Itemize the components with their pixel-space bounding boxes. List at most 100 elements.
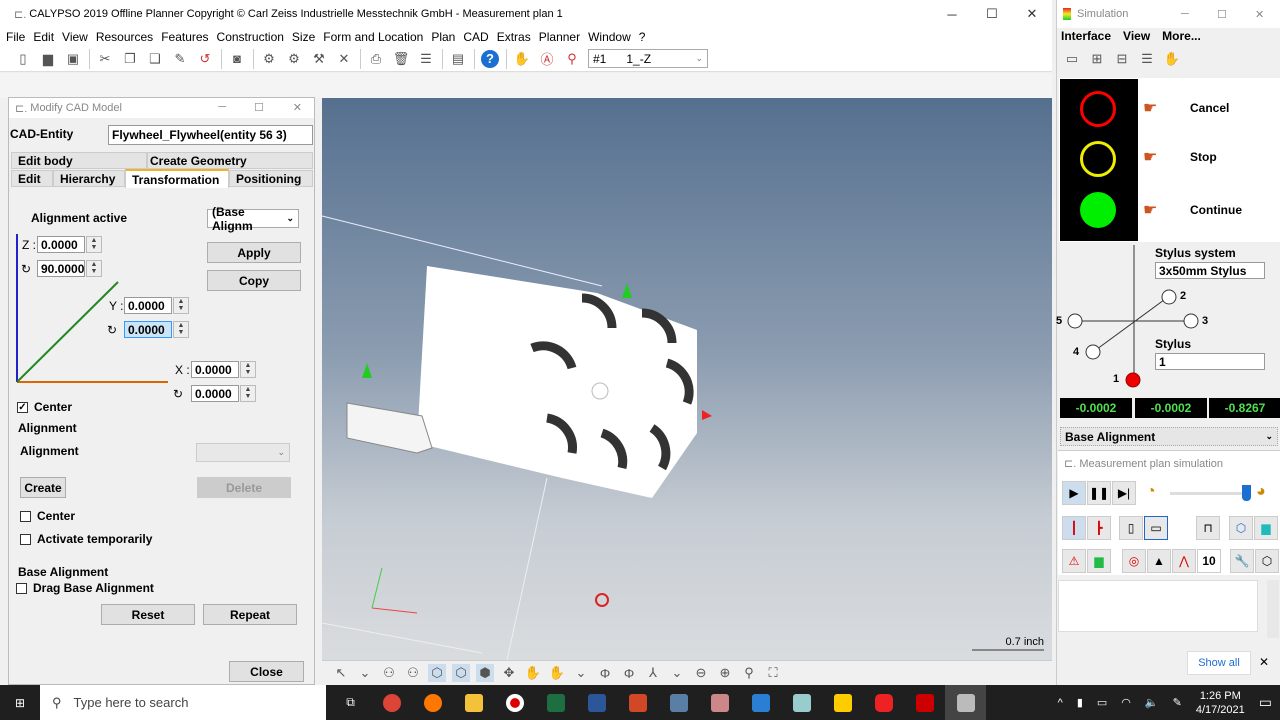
stylus-5[interactable] bbox=[1067, 313, 1083, 329]
cancel-button[interactable]: Cancel bbox=[1190, 101, 1229, 115]
y-rotation-spinner[interactable]: ▲ ▼ bbox=[173, 321, 189, 338]
tab-hierarchy[interactable]: Hierarchy bbox=[53, 170, 125, 187]
pointing-hand-icon[interactable]: ☛ bbox=[1143, 147, 1157, 167]
menu-edit[interactable]: Edit bbox=[33, 30, 54, 44]
create-button[interactable]: Create bbox=[20, 477, 66, 498]
maximize-button[interactable]: ☐ bbox=[254, 101, 264, 114]
open-icon[interactable]: ▆ bbox=[39, 50, 57, 68]
copy-icon[interactable]: ❐ bbox=[121, 50, 139, 68]
play-button[interactable]: ▶ bbox=[1062, 481, 1086, 505]
x-spinner[interactable]: ▲ ▼ bbox=[240, 361, 256, 378]
cad-viewport[interactable]: 0.7 inch bbox=[321, 98, 1052, 661]
maximize-button[interactable]: ☐ bbox=[972, 0, 1012, 28]
save-icon[interactable]: ▣ bbox=[64, 50, 82, 68]
move-icon[interactable]: ✥ bbox=[500, 664, 518, 682]
x-rotation-spinner[interactable]: ▲ ▼ bbox=[240, 385, 256, 402]
calypso-taskbar-icon[interactable] bbox=[945, 685, 986, 720]
probe2-icon[interactable]: Ⓐ bbox=[538, 50, 556, 68]
battery-icon[interactable]: ▭ bbox=[1097, 696, 1107, 709]
z-field[interactable]: 0.0000 bbox=[37, 236, 85, 253]
minimize-button[interactable]: ─ bbox=[218, 101, 226, 113]
y-field[interactable]: 0.0000 bbox=[124, 297, 172, 314]
alignment-combo[interactable]: ⌄ bbox=[196, 443, 290, 462]
stylus-1[interactable] bbox=[1125, 372, 1141, 388]
x-rotation-field[interactable]: 0.0000 bbox=[191, 385, 239, 402]
x-field[interactable]: 0.0000 bbox=[191, 361, 239, 378]
minimize-button[interactable]: ─ bbox=[1181, 8, 1189, 20]
paste-icon[interactable]: ❑ bbox=[146, 50, 164, 68]
stylus-2[interactable] bbox=[1161, 289, 1177, 305]
firefox-icon[interactable] bbox=[412, 685, 453, 720]
clock[interactable]: 1:26 PM 4/17/2021 bbox=[1196, 689, 1245, 717]
task-view-icon[interactable]: ⧉ bbox=[330, 685, 371, 720]
menu-help[interactable]: ? bbox=[639, 30, 646, 44]
tab-edit-body[interactable]: Edit body bbox=[11, 152, 147, 169]
cad-entity-field[interactable]: Flywheel_Flywheel(entity 56 3) bbox=[108, 125, 313, 145]
stylus-field[interactable]: 1 bbox=[1155, 353, 1265, 370]
feature-icon[interactable]: ⚙ bbox=[260, 50, 278, 68]
menu-window[interactable]: Window bbox=[588, 30, 631, 44]
clipboard-run-icon[interactable]: ▤ bbox=[449, 50, 467, 68]
close-button[interactable]: ✕ bbox=[1012, 0, 1052, 28]
excel-icon[interactable] bbox=[535, 685, 576, 720]
menu-interface[interactable]: Interface bbox=[1061, 29, 1111, 43]
chrome-icon[interactable] bbox=[371, 685, 412, 720]
machine-cyan-button[interactable]: ▆ bbox=[1254, 516, 1278, 540]
cube-transparent-icon[interactable]: ⬡ bbox=[452, 664, 470, 682]
activate-temporarily-checkbox[interactable]: Activate temporarily bbox=[20, 532, 152, 546]
binoculars-icon[interactable]: ◙ bbox=[228, 50, 246, 68]
scan-button[interactable]: ◎ bbox=[1122, 549, 1146, 573]
pen-icon[interactable]: ✎ bbox=[1173, 696, 1182, 709]
apply-button[interactable]: Apply bbox=[207, 242, 301, 263]
tab-transformation[interactable]: Transformation bbox=[125, 169, 229, 188]
show-all-button[interactable]: Show all bbox=[1187, 651, 1251, 675]
cone-button[interactable]: ▲ bbox=[1147, 549, 1171, 573]
reset-button[interactable]: Reset bbox=[101, 604, 195, 625]
menu-cad[interactable]: CAD bbox=[463, 30, 488, 44]
app-red-icon[interactable] bbox=[863, 685, 904, 720]
monitor-icon[interactable]: ▭ bbox=[1063, 50, 1081, 68]
brush-icon[interactable]: ✎ bbox=[171, 50, 189, 68]
close-button[interactable]: ✕ bbox=[293, 101, 302, 114]
menu-plan[interactable]: Plan bbox=[431, 30, 455, 44]
microphone-icon[interactable]: ▮ bbox=[1077, 696, 1083, 709]
hand-xyz-icon[interactable]: ✋ bbox=[548, 664, 566, 682]
document-icon[interactable]: ☰ bbox=[1138, 50, 1156, 68]
wrench-button[interactable]: 🔧 bbox=[1230, 549, 1254, 573]
rotate-left-icon[interactable]: Φ bbox=[596, 664, 614, 682]
cut-icon[interactable]: ✂ bbox=[96, 50, 114, 68]
alignment-active-combo[interactable]: (Base Alignm ⌄ bbox=[207, 205, 299, 233]
plan-combo[interactable]: #1 1_-Z ⌄ bbox=[588, 49, 708, 68]
acrobat-icon[interactable] bbox=[904, 685, 945, 720]
menu-planner[interactable]: Planner bbox=[539, 30, 580, 44]
wifi-icon[interactable]: ◠ bbox=[1121, 696, 1131, 709]
scrollbar[interactable] bbox=[1267, 580, 1279, 638]
collision-warning-button[interactable]: ⚠ bbox=[1062, 549, 1086, 573]
cube-solid-icon[interactable]: ⬢ bbox=[476, 664, 494, 682]
taskbar-search[interactable]: ⚲ Type here to search bbox=[40, 685, 326, 720]
rotate-right-icon[interactable]: Φ bbox=[620, 664, 638, 682]
fit-icon[interactable]: ⛶ bbox=[764, 664, 782, 682]
menu-resources[interactable]: Resources bbox=[96, 30, 153, 44]
close-dialog-button[interactable]: Close bbox=[229, 661, 304, 682]
remote-icon[interactable] bbox=[740, 685, 781, 720]
continue-button[interactable]: Continue bbox=[1190, 203, 1242, 217]
copy-button[interactable]: Copy bbox=[207, 270, 301, 291]
speed-value-field[interactable]: 10 bbox=[1197, 549, 1221, 573]
print-icon[interactable]: ⎙ bbox=[367, 50, 385, 68]
volume-icon[interactable]: 🔈 bbox=[1145, 696, 1159, 709]
table-button[interactable]: ▭ bbox=[1144, 516, 1168, 540]
pause-button[interactable]: ❚❚ bbox=[1087, 481, 1111, 505]
y-rotation-field[interactable]: 0.0000 bbox=[124, 321, 172, 338]
tab-edit[interactable]: Edit bbox=[11, 170, 53, 187]
recorder-icon[interactable] bbox=[494, 685, 535, 720]
zoom-in-icon[interactable]: ⊕ bbox=[716, 664, 734, 682]
sticky-notes-icon[interactable] bbox=[822, 685, 863, 720]
list-icon[interactable]: ☰ bbox=[417, 50, 435, 68]
stylus-4[interactable] bbox=[1085, 344, 1101, 360]
trash-icon[interactable]: 🗑 bbox=[392, 50, 410, 68]
tab-create-geometry[interactable]: Create Geometry bbox=[147, 152, 313, 169]
cube-button[interactable]: ⬡ bbox=[1255, 549, 1279, 573]
menu-view[interactable]: View bbox=[1123, 29, 1150, 43]
notepad-icon[interactable] bbox=[781, 685, 822, 720]
